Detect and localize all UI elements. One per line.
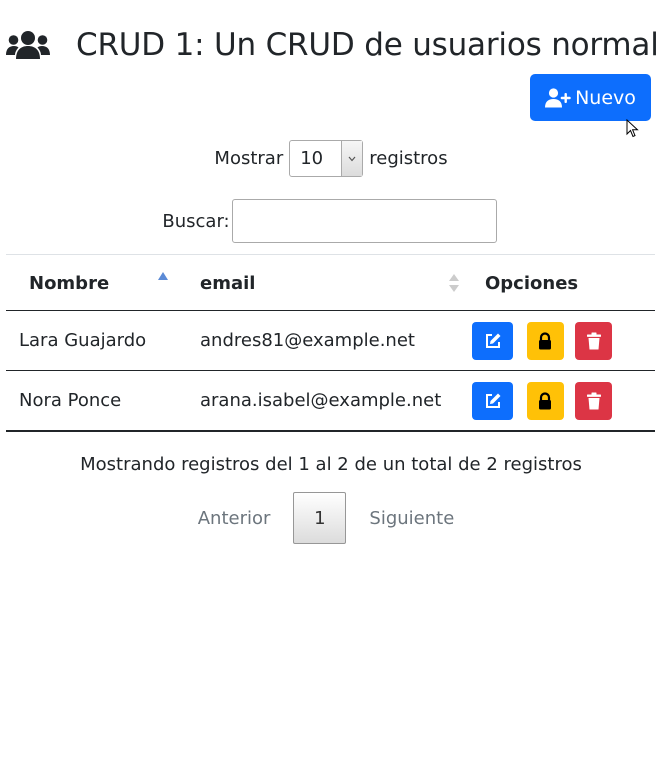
pagination-next[interactable]: Siguiente [369, 508, 454, 529]
lock-icon [539, 331, 552, 349]
new-user-button-label: Nuevo [575, 86, 636, 109]
column-header-email[interactable]: email [179, 256, 465, 311]
table-header-row: Nombre email Opciones [6, 256, 655, 311]
delete-button[interactable] [575, 321, 613, 360]
column-header-label: Opciones [485, 272, 579, 294]
cell-nombre: Lara Guajardo [6, 310, 179, 371]
trash-icon [586, 392, 601, 409]
table-row: Nora Ponce arana.isabel@example.net [6, 370, 655, 432]
length-prefix: Mostrar [214, 148, 284, 169]
table-info: Mostrando registros del 1 al 2 de un tot… [80, 454, 582, 475]
column-header-label: email [200, 272, 256, 294]
cell-email: arana.isabel@example.net [179, 370, 465, 432]
page-length-value: 10 [300, 148, 324, 169]
cell-actions [465, 310, 655, 371]
search-input[interactable] [231, 199, 497, 243]
search-control: Buscar: [0, 199, 662, 243]
cell-email: andres81@example.net [179, 310, 465, 371]
sort-ascending-icon [158, 272, 168, 280]
page-header: CRUD 1: Un CRUD de usuarios normal [6, 22, 659, 68]
length-suffix: registros [369, 148, 448, 169]
page-length-control: Mostrar 10 registros [0, 140, 662, 177]
edit-button[interactable] [472, 321, 513, 360]
edit-icon [485, 333, 500, 348]
table-row: Lara Guajardo andres81@example.net [6, 310, 655, 371]
pagination-page-1[interactable]: 1 [293, 492, 347, 544]
page-title: CRUD 1: Un CRUD de usuarios normal [76, 27, 659, 63]
trash-icon [586, 332, 601, 349]
lock-button[interactable] [526, 321, 564, 360]
lock-button[interactable] [526, 381, 564, 420]
cell-nombre: Nora Ponce [6, 370, 179, 432]
users-table: Nombre email Opciones Lara Guajardo andr… [6, 256, 655, 432]
page-length-select[interactable]: 10 [289, 140, 364, 177]
edit-button[interactable] [472, 381, 513, 420]
search-label: Buscar: [162, 210, 230, 232]
new-user-button[interactable]: Nuevo [530, 74, 651, 121]
mouse-cursor-icon [626, 119, 639, 138]
lock-icon [539, 391, 552, 409]
chevron-down-icon [341, 141, 363, 176]
table-top-divider [6, 254, 655, 255]
users-icon [6, 31, 50, 59]
delete-button[interactable] [575, 381, 613, 420]
pagination: Anterior 1 Siguiente [0, 492, 662, 544]
sort-icon [449, 274, 459, 292]
edit-icon [485, 393, 500, 408]
column-header-opciones: Opciones [465, 256, 655, 311]
cell-actions [465, 370, 655, 432]
column-header-nombre[interactable]: Nombre [6, 256, 179, 311]
pagination-previous[interactable]: Anterior [198, 508, 271, 529]
column-header-label: Nombre [29, 272, 110, 294]
user-plus-icon [545, 87, 571, 107]
